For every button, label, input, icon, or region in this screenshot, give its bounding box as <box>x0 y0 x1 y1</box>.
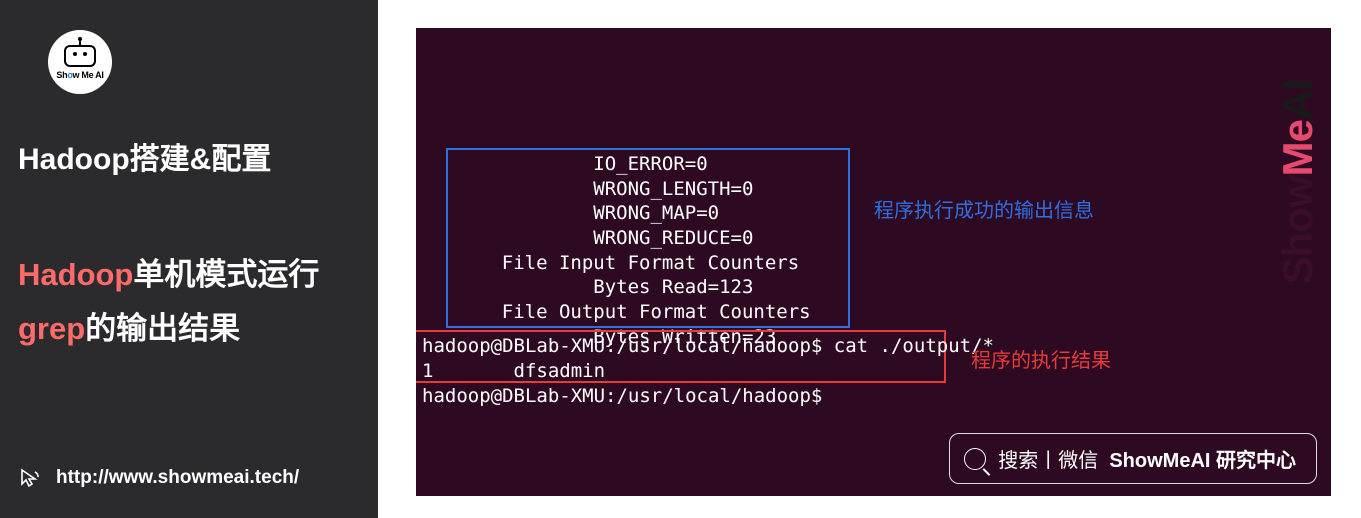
page-subheading: Hadoop单机模式运行grep的输出结果 <box>18 248 358 357</box>
result-output-label: 程序的执行结果 <box>971 344 1111 373</box>
prompt-line: hadoop@DBLab-XMU:/usr/local/hadoop$ <box>422 384 822 409</box>
logo-text: Show Me AI <box>56 70 103 80</box>
site-url[interactable]: http://www.showmeai.tech/ <box>56 467 299 489</box>
robot-icon <box>64 45 96 67</box>
watermark: ShowMeAI <box>1279 80 1317 284</box>
url-row: http://www.showmeai.tech/ <box>18 466 358 498</box>
result-output-text: hadoop@DBLab-XMU:/usr/local/hadoop$ cat … <box>422 334 994 383</box>
page-heading: Hadoop搭建&配置 <box>18 134 358 178</box>
success-output-text: IO_ERROR=0 WRONG_LENGTH=0 WRONG_MAP=0 WR… <box>456 152 811 350</box>
main-area: IO_ERROR=0 WRONG_LENGTH=0 WRONG_MAP=0 WR… <box>378 0 1361 518</box>
search-pill[interactable]: 搜索丨微信 ShowMeAI 研究中心 <box>949 433 1317 484</box>
success-output-label: 程序执行成功的输出信息 <box>874 194 1094 223</box>
terminal-window: IO_ERROR=0 WRONG_LENGTH=0 WRONG_MAP=0 WR… <box>416 28 1331 496</box>
cursor-icon <box>18 466 42 490</box>
search-text: 搜索丨微信 ShowMeAI 研究中心 <box>998 444 1296 473</box>
sidebar: Show Me AI Hadoop搭建&配置 Hadoop单机模式运行grep的… <box>0 0 378 518</box>
search-icon <box>964 448 986 470</box>
logo: Show Me AI <box>48 30 112 94</box>
